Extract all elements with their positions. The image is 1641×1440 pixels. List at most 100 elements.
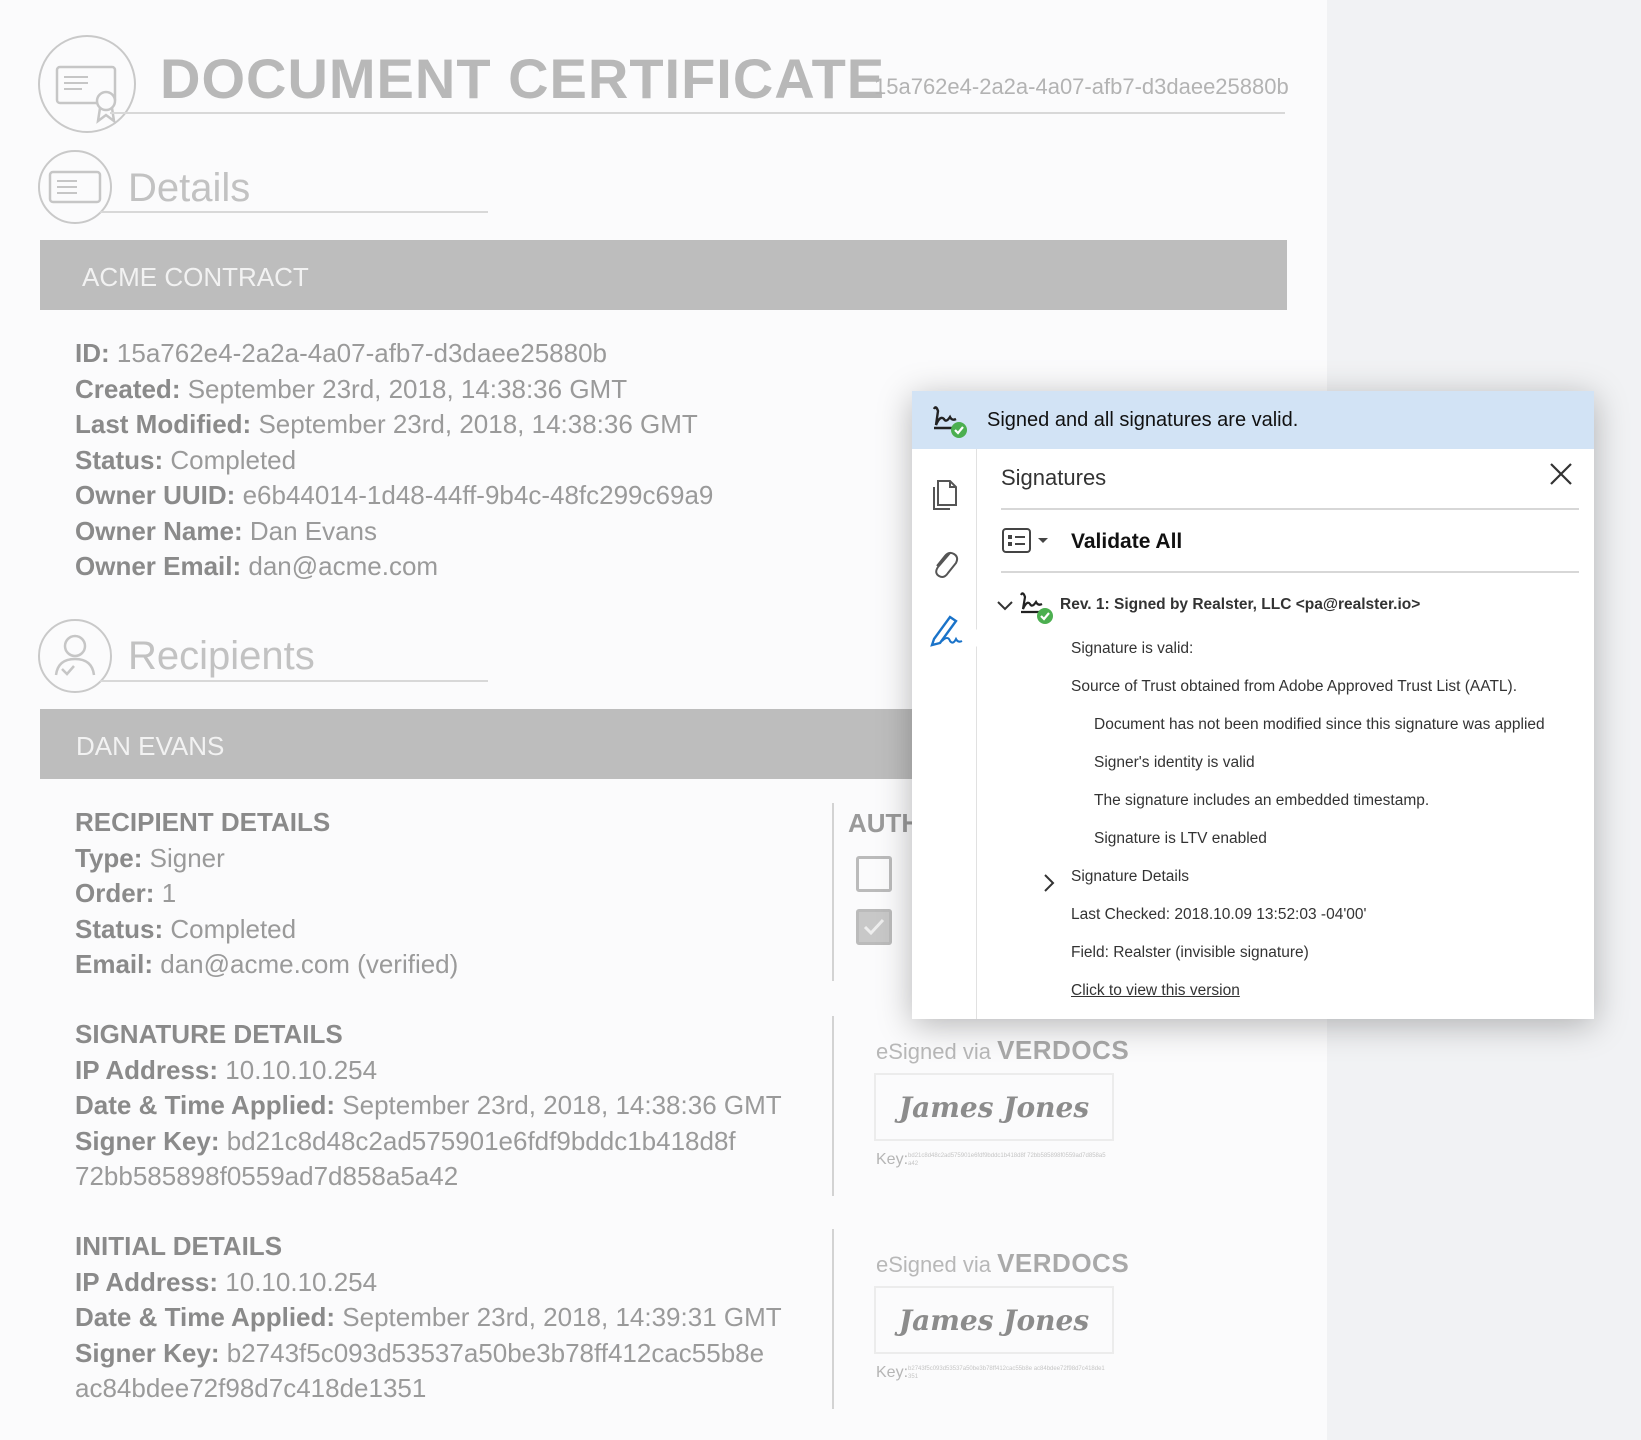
initial-key-stamp: Key:b2743f5c093d53537a50be3b78ff412cac55… [876,1364,1108,1382]
detail-label: Status: [75,913,164,944]
detail-row-created: Created: September 23rd, 2018, 14:38:36 … [75,372,713,408]
detail-value: 15a762e4-2a2a-4a07-afb7-d3daee25880b [109,338,608,368]
attachment-icon[interactable] [928,545,960,581]
detail-label: Owner UUID: [75,480,236,510]
auth-checkbox[interactable] [856,856,892,892]
detail-label: Created: [75,373,181,404]
esigned-via-text: eSigned via [876,1252,998,1277]
close-icon[interactable] [1548,461,1574,487]
detail-value: September 23rd, 2018, 14:38:36 GMT [180,373,628,404]
active-tool-indicator [975,628,985,648]
esigned-via-label: eSigned via VERDOCS [876,1035,1129,1066]
identity-valid-line: Signer's identity is valid [1094,754,1255,771]
signature-key-continued: 72bb585898f0559ad7d858a5a42 [75,1161,459,1191]
detail-label: Date & Time Applied: [75,1090,336,1120]
detail-value: September 23rd, 2018, 14:38:36 GMT [335,1090,782,1120]
detail-value: bd21c8d48c2ad575901e6fdf9bddc1b418d8f [219,1125,736,1156]
detail-label: ID: [75,338,110,368]
detail-row-owner-name: Owner Name: Dan Evans [75,514,713,550]
signature-row-date: Date & Time Applied: September 23rd, 201… [75,1088,782,1124]
not-modified-line: Document has not been modified since thi… [1094,716,1545,733]
initial-image: James Jones [874,1286,1114,1354]
initial-row-key: Signer Key: b2743f5c093d53537a50be3b78ff… [75,1336,782,1372]
recipient-row-status: Status: Completed [75,912,458,948]
certificate-title: DOCUMENT CERTIFICATE [160,47,886,110]
view-version-link[interactable]: Click to view this version [1071,982,1240,1000]
signature-valid-icon [932,406,967,438]
pages-icon[interactable] [928,477,960,513]
recipients-section-title: Recipients [128,634,315,678]
key-value: bd21c8d48c2ad575901e6fdf9bddc1b418d8f 72… [908,1152,1106,1167]
verdocs-logo: VERDOCS [997,1248,1130,1278]
detail-label: IP Address: [75,1054,219,1085]
options-menu-icon[interactable] [1001,527,1057,555]
detail-label: Last Modified: [75,409,252,439]
signature-row-ip: IP Address: 10.10.10.254 [75,1053,782,1089]
detail-value: Completed [163,444,297,475]
certificate-emblem [38,35,136,133]
details-section-title: Details [128,166,251,210]
detail-label: Owner Name: [75,515,243,546]
detail-label: Email: [75,949,154,979]
recipient-row-email: Email: dan@acme.com (verified) [75,947,458,983]
signature-details-toggle[interactable]: Signature Details [1071,868,1189,886]
signature-status-banner: Signed and all signatures are valid. [912,391,1594,449]
detail-value: Dan Evans [242,515,378,546]
detail-value: September 23rd, 2018, 14:38:36 GMT [251,409,698,439]
certificate-id: 15a762e4-2a2a-4a07-afb7-d3daee25880b [874,74,1289,99]
column-divider [832,803,834,981]
detail-label: Owner Email: [75,551,242,581]
signature-details: SIGNATURE DETAILS IP Address: 10.10.10.2… [75,1017,782,1195]
last-checked-line: Last Checked: 2018.10.09 13:52:03 -04'00… [1071,906,1367,923]
auth-checkbox-checked[interactable] [856,909,892,945]
key-label: Key: [876,1364,909,1381]
detail-value: 1 [154,878,177,908]
detail-value: b2743f5c093d53537a50be3b78ff412cac55b8e [219,1337,765,1368]
timestamp-line: The signature includes an embedded times… [1094,792,1430,809]
detail-label: Signer Key: [75,1337,220,1368]
recipient-details: RECIPIENT DETAILS Type: Signer Order: 1 … [75,805,458,983]
recipient-details-heading: RECIPIENT DETAILS [75,807,331,837]
signature-valid-line: Signature is valid: [1071,640,1194,657]
detail-value: dan@acme.com (verified) [153,949,459,979]
panel-title-divider [1001,508,1579,510]
detail-value: Signer [142,842,225,873]
signature-pen-icon[interactable] [928,609,964,649]
chevron-right-icon[interactable] [1042,873,1056,893]
detail-label: Type: [75,842,143,873]
signature-panel: Signed and all signatures are valid. Sig… [912,391,1594,1019]
checkmark-icon [863,918,885,936]
revision-entry[interactable]: Rev. 1: Signed by Realster, LLC <pa@real… [1060,596,1420,614]
esigned-via-label: eSigned via VERDOCS [876,1248,1129,1279]
recipients-divider [100,680,488,682]
detail-row-owner-uuid: Owner UUID: e6b44014-1d48-44ff-9b4c-48fc… [75,478,713,514]
detail-label: Date & Time Applied: [75,1302,336,1332]
certificate-icon [55,65,117,124]
chevron-down-icon[interactable] [996,599,1014,613]
verdocs-logo: VERDOCS [997,1035,1130,1065]
detail-label: Order: [75,878,155,908]
initial-row-ip: IP Address: 10.10.10.254 [75,1265,782,1301]
detail-row-status: Status: Completed [75,443,713,479]
signature-image: James Jones [874,1073,1114,1141]
detail-label: Signer Key: [75,1125,220,1156]
detail-value: 10.10.10.254 [218,1266,378,1297]
detail-label: IP Address: [75,1266,219,1297]
initial-key-continued: ac84bdee72f98d7c418de1351 [75,1373,427,1403]
signature-key-stamp: Key:bd21c8d48c2ad575901e6fdf9bddc1b418d8… [876,1151,1108,1169]
auth-heading: AUTH [848,808,921,838]
validate-all-button[interactable]: Validate All [1071,530,1182,554]
detail-value: e6b44014-1d48-44ff-9b4c-48fc299c69a9 [235,480,714,510]
esigned-via-text: eSigned via [876,1039,998,1064]
detail-value: dan@acme.com [241,551,439,581]
initial-row-date: Date & Time Applied: September 23rd, 201… [75,1300,782,1336]
details-divider [100,211,488,213]
initial-details: INITIAL DETAILS IP Address: 10.10.10.254… [75,1229,782,1407]
detail-row-owner-email: Owner Email: dan@acme.com [75,549,713,585]
details-bar: ACME CONTRACT [40,240,1287,310]
detail-label: Status: [75,444,164,475]
detail-row-id: ID: 15a762e4-2a2a-4a07-afb7-d3daee25880b [75,336,713,372]
ltv-line: Signature is LTV enabled [1094,830,1267,847]
trust-source-line: Source of Trust obtained from Adobe Appr… [1071,678,1517,695]
panel-title: Signatures [1001,465,1107,490]
